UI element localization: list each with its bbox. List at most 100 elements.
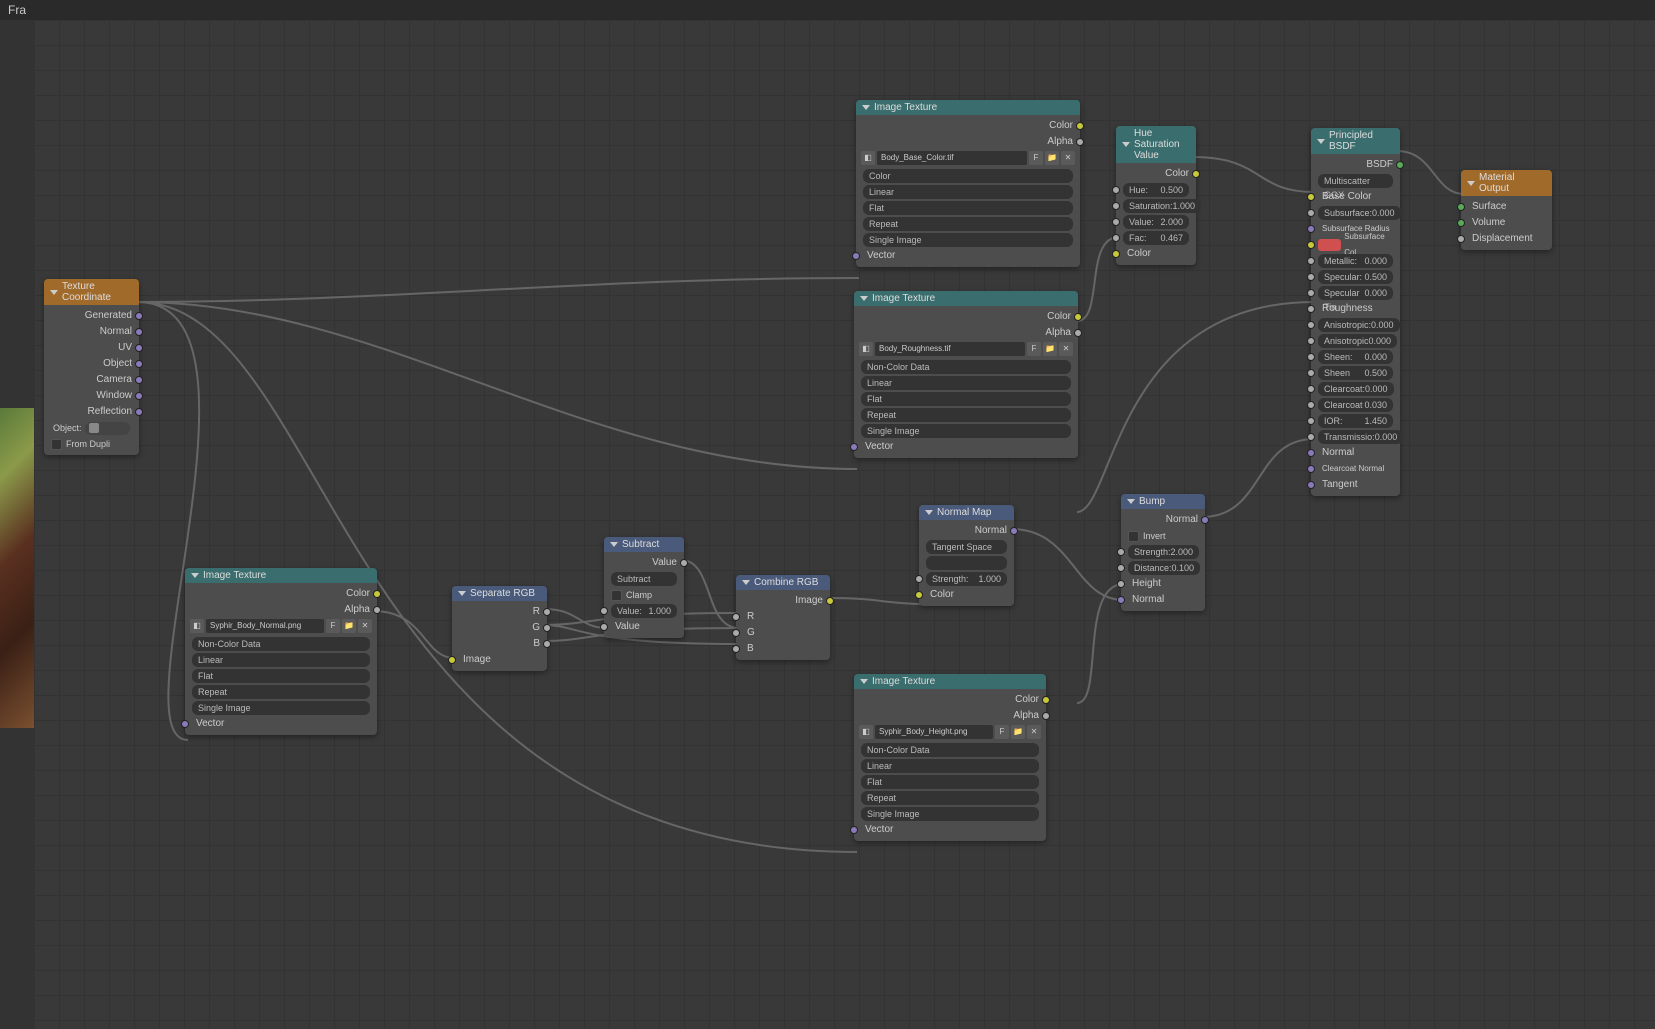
node-image-texture-height[interactable]: Image Texture Color Alpha ◧ Syphir_Body_… xyxy=(854,674,1046,841)
open-file-icon[interactable]: 📁 xyxy=(1045,151,1059,165)
socket-value2-in[interactable]: Value xyxy=(609,619,679,635)
node-image-texture-basecolor[interactable]: Image Texture Color Alpha ◧ Body_Base_Co… xyxy=(856,100,1080,267)
node-combine-rgb[interactable]: Combine RGB Image R G B xyxy=(736,575,830,660)
option-extension[interactable]: Repeat xyxy=(861,791,1039,805)
socket-clearcoat-roughness[interactable]: Clearcoat Ro0.030 xyxy=(1316,397,1395,413)
strength-field[interactable]: Strength:1.000 xyxy=(926,572,1007,586)
socket-clearcoat[interactable]: Clearcoat:0.000 xyxy=(1316,381,1395,397)
socket-color-out[interactable]: Color xyxy=(859,692,1041,708)
socket-specular-tint[interactable]: Specular Tin0.000 xyxy=(1316,285,1395,301)
socket-object[interactable]: Object xyxy=(49,356,134,372)
socket-g-in[interactable]: G xyxy=(741,625,825,641)
subsurface-color-chip[interactable] xyxy=(1318,239,1341,251)
node-math-subtract[interactable]: Subtract Value Subtract Clamp Value:1.00… xyxy=(604,537,684,638)
option-source[interactable]: Single Image xyxy=(192,701,370,715)
node-header[interactable]: Image Texture xyxy=(856,100,1080,115)
socket-sheen-tint[interactable]: Sheen Tint:0.500 xyxy=(1316,365,1395,381)
transmission-field[interactable]: Transmissio:0.000 xyxy=(1318,430,1403,444)
socket-subsurface[interactable]: Subsurface:0.000 xyxy=(1316,205,1395,221)
fake-user-button[interactable]: F xyxy=(1027,342,1041,356)
socket-alpha-out[interactable]: Alpha xyxy=(859,325,1073,341)
socket-alpha-out[interactable]: Alpha xyxy=(190,602,372,618)
option-interpolation[interactable]: Linear xyxy=(863,185,1073,199)
collapse-tri-icon[interactable] xyxy=(925,510,933,515)
node-header[interactable]: Hue Saturation Value xyxy=(1116,126,1196,163)
collapse-tri-icon[interactable] xyxy=(1122,142,1130,147)
socket-base-color[interactable]: Base Color xyxy=(1316,189,1395,205)
socket-r-in[interactable]: R xyxy=(741,609,825,625)
socket-value1-in[interactable]: Value:1.000 xyxy=(609,603,679,619)
hue-field[interactable]: Hue:0.500 xyxy=(1123,183,1189,197)
socket-specular[interactable]: Specular:0.500 xyxy=(1316,269,1395,285)
node-hue-saturation[interactable]: Hue Saturation Value Color Hue:0.500 Sat… xyxy=(1116,126,1196,265)
node-header[interactable]: Image Texture xyxy=(854,674,1046,689)
socket-transmission[interactable]: Transmissio:0.000 xyxy=(1316,429,1395,445)
socket-volume-in[interactable]: Volume xyxy=(1466,215,1547,231)
node-header[interactable]: Subtract xyxy=(604,537,684,552)
socket-displacement-in[interactable]: Displacement xyxy=(1466,231,1547,247)
socket-image-in[interactable]: Image xyxy=(457,652,542,668)
clamp-checkbox[interactable] xyxy=(611,590,622,601)
fake-user-button[interactable]: F xyxy=(1029,151,1043,165)
unlink-icon[interactable]: ✕ xyxy=(1059,342,1073,356)
image-browse-icon[interactable]: ◧ xyxy=(859,725,873,739)
socket-alpha-out[interactable]: Alpha xyxy=(861,134,1075,150)
socket-fac-in[interactable]: Fac:0.467 xyxy=(1121,230,1191,246)
socket-vector-in[interactable]: Vector xyxy=(861,248,1075,264)
socket-metallic[interactable]: Metallic:0.000 xyxy=(1316,253,1395,269)
option-interpolation[interactable]: Linear xyxy=(192,653,370,667)
node-header[interactable]: Image Texture xyxy=(185,568,377,583)
specular-tint-field[interactable]: Specular Tin0.000 xyxy=(1318,286,1393,300)
socket-normal-in[interactable]: Normal xyxy=(1126,592,1200,608)
anisotropic-rot-field[interactable]: Anisotropic R0.000 xyxy=(1318,334,1397,348)
collapse-tri-icon[interactable] xyxy=(610,542,618,547)
value-field[interactable]: Value:2.000 xyxy=(1123,215,1189,229)
socket-saturation-in[interactable]: Saturation:1.000 xyxy=(1121,198,1191,214)
fake-user-button[interactable]: F xyxy=(326,619,340,633)
subsurface-field[interactable]: Subsurface:0.000 xyxy=(1318,206,1401,220)
node-image-texture-roughness[interactable]: Image Texture Color Alpha ◧ Body_Roughne… xyxy=(854,291,1078,458)
socket-image-out[interactable]: Image xyxy=(741,593,825,609)
image-name-field[interactable]: Syphir_Body_Normal.png xyxy=(206,619,324,633)
option-colorspace[interactable]: Color xyxy=(863,169,1073,183)
socket-bsdf-out[interactable]: BSDF xyxy=(1316,157,1395,173)
node-header[interactable]: Separate RGB xyxy=(452,586,547,601)
clearcoat-rough-field[interactable]: Clearcoat Ro0.030 xyxy=(1318,398,1393,412)
node-header[interactable]: Principled BSDF xyxy=(1311,128,1400,154)
value-field[interactable]: Value:1.000 xyxy=(611,604,677,618)
unlink-icon[interactable]: ✕ xyxy=(1027,725,1041,739)
option-extension[interactable]: Repeat xyxy=(863,217,1073,231)
node-header[interactable]: Image Texture xyxy=(854,291,1078,306)
metallic-field[interactable]: Metallic:0.000 xyxy=(1318,254,1393,268)
anisotropic-field[interactable]: Anisotropic:0.000 xyxy=(1318,318,1400,332)
option-extension[interactable]: Repeat xyxy=(192,685,370,699)
open-file-icon[interactable]: 📁 xyxy=(1043,342,1057,356)
node-texture-coordinate[interactable]: Texture Coordinate Generated Normal UV O… xyxy=(44,279,139,455)
sheen-tint-field[interactable]: Sheen Tint:0.500 xyxy=(1318,366,1393,380)
socket-strength-in[interactable]: Strength:1.000 xyxy=(924,571,1009,587)
collapse-tri-icon[interactable] xyxy=(458,591,466,596)
open-file-icon[interactable]: 📁 xyxy=(342,619,356,633)
image-browse-icon[interactable]: ◧ xyxy=(861,151,875,165)
saturation-field[interactable]: Saturation:1.000 xyxy=(1123,199,1201,213)
socket-roughness[interactable]: Roughness xyxy=(1316,301,1395,317)
option-source[interactable]: Single Image xyxy=(861,807,1039,821)
sheen-field[interactable]: Sheen:0.000 xyxy=(1318,350,1393,364)
node-header[interactable]: Material Output xyxy=(1461,170,1552,196)
socket-color-out[interactable]: Color xyxy=(1121,166,1191,182)
unlink-icon[interactable]: ✕ xyxy=(358,619,372,633)
socket-color-out[interactable]: Color xyxy=(861,118,1075,134)
socket-color-out[interactable]: Color xyxy=(190,586,372,602)
socket-b-out[interactable]: B xyxy=(457,636,542,652)
option-projection[interactable]: Flat xyxy=(861,392,1071,406)
unlink-icon[interactable]: ✕ xyxy=(1061,151,1075,165)
socket-value-in[interactable]: Value:2.000 xyxy=(1121,214,1191,230)
socket-window[interactable]: Window xyxy=(49,388,134,404)
socket-uv[interactable]: UV xyxy=(49,340,134,356)
image-browse-icon[interactable]: ◧ xyxy=(859,342,873,356)
option-projection[interactable]: Flat xyxy=(861,775,1039,789)
strength-field[interactable]: Strength:2.000 xyxy=(1128,545,1199,559)
node-header[interactable]: Texture Coordinate xyxy=(44,279,139,305)
socket-color-out[interactable]: Color xyxy=(859,309,1073,325)
distance-field[interactable]: Distance:0.100 xyxy=(1128,561,1200,575)
